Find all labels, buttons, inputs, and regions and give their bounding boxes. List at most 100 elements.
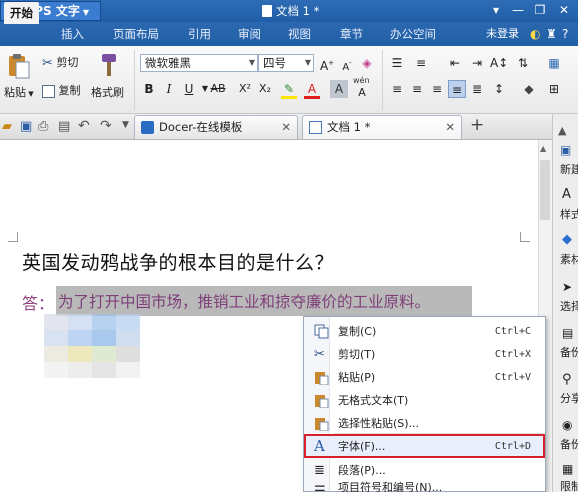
tab-review[interactable]: 审阅 — [232, 22, 267, 46]
paste-button[interactable]: 粘贴 ▼ — [4, 84, 34, 100]
menu-item-paragraph[interactable]: ≣ 段落(P)... — [304, 459, 545, 482]
highlight-color-bar — [281, 96, 297, 99]
subscript-icon[interactable]: X₂ — [256, 80, 274, 98]
shading-icon[interactable]: ◆ — [520, 80, 538, 98]
copy-icon — [314, 324, 329, 339]
paste-icon[interactable] — [7, 52, 31, 80]
redo-icon[interactable]: ↷ — [100, 118, 112, 134]
bold-icon[interactable]: B — [140, 80, 158, 98]
skin-icon[interactable]: ◐ — [530, 27, 540, 41]
pane-item-restrict[interactable]: 限制 — [560, 478, 578, 492]
bullet-list-icon: ☰ — [314, 484, 326, 492]
pane-scroll-up-icon[interactable]: ▲ — [558, 124, 578, 137]
font-a-icon: A — [314, 437, 325, 455]
answer-text[interactable]: 为了打开中国市场，推销工业和掠夺廉价的工业原料。 — [58, 290, 430, 312]
tab-home[interactable]: 开始 — [4, 2, 39, 24]
line-spacing-icon[interactable]: ↕ — [490, 80, 508, 98]
pane-item-style[interactable]: 样式 — [560, 206, 578, 222]
pane-item-share[interactable]: 分享 — [560, 390, 578, 406]
align-right-icon[interactable]: ≡ — [428, 80, 446, 98]
chevron-down-icon: ▼ — [248, 58, 255, 67]
paste-icon — [315, 372, 329, 385]
distributed-align-icon[interactable]: ≣ — [468, 80, 486, 98]
chevron-down-icon: ▼ — [82, 8, 90, 17]
bullet-list-icon[interactable]: ☰ — [388, 54, 406, 72]
text-direction-icon[interactable]: A↕ — [490, 54, 508, 72]
tab-references[interactable]: 引用 — [182, 22, 217, 46]
tab-view[interactable]: 视图 — [282, 22, 317, 46]
doc-tab-document1[interactable]: 文档 1 * ✕ — [302, 115, 462, 139]
scroll-up-icon[interactable]: ▲ — [540, 144, 546, 153]
align-center-icon[interactable]: ≡ — [408, 80, 426, 98]
doc-tab-docer[interactable]: Docer-在线模板 ✕ — [134, 115, 298, 139]
restore-button[interactable]: ❐ — [532, 3, 548, 17]
style-icon: A — [562, 187, 571, 202]
italic-icon[interactable]: I — [160, 80, 178, 98]
sort-icon[interactable]: ⇅ — [514, 54, 532, 72]
strikethrough-icon[interactable]: AB — [207, 80, 229, 98]
phonetic-guide-icon[interactable]: A — [353, 84, 371, 102]
shirt-icon[interactable]: ♜ — [546, 27, 557, 41]
cut-button[interactable]: ✂ 剪切 — [42, 54, 78, 71]
pane-item-new[interactable]: 新建 — [560, 161, 578, 177]
pane-item-material[interactable]: 素材 — [560, 251, 578, 267]
new-tab-button[interactable]: + — [470, 115, 484, 135]
char-shading-icon[interactable]: A — [330, 80, 348, 98]
numbered-list-icon[interactable]: ≡ — [412, 54, 430, 72]
pane-item-select[interactable]: 选择 — [560, 298, 578, 314]
increase-indent-icon[interactable]: ⇥ — [468, 54, 486, 72]
decrease-indent-icon[interactable]: ⇤ — [446, 54, 464, 72]
login-status[interactable]: 未登录 — [486, 22, 519, 46]
select-icon: ➤ — [562, 280, 573, 294]
help-icon[interactable]: ? — [562, 27, 568, 41]
copy-button[interactable]: 复制 — [42, 82, 81, 98]
margin-corner-mark — [8, 232, 18, 242]
customize-qat-icon[interactable]: ▼ — [122, 120, 129, 130]
close-button[interactable]: ✕ — [556, 3, 572, 17]
print-preview-icon[interactable]: ▤ — [58, 119, 70, 134]
pane-item-backup[interactable]: 备份 — [560, 344, 578, 360]
font-name-select[interactable]: 微软雅黑 ▼ — [140, 54, 258, 72]
border-icon[interactable]: ⊞ — [545, 80, 563, 98]
minimize-button[interactable]: — — [510, 3, 526, 17]
menu-item-paste[interactable]: 粘贴(P) Ctrl+V — [304, 366, 545, 389]
print-icon[interactable]: ⎙ — [38, 119, 48, 134]
document-icon — [262, 5, 272, 17]
open-folder-icon[interactable]: ▰ — [2, 119, 12, 134]
undo-icon[interactable]: ↶ — [78, 118, 90, 134]
superscript-icon[interactable]: X² — [236, 80, 254, 98]
skin-icon[interactable]: ▾ — [488, 3, 504, 17]
format-painter-button[interactable]: 格式刷 — [91, 84, 124, 100]
close-tab-icon[interactable]: ✕ — [281, 116, 291, 138]
align-left-icon[interactable]: ≡ — [388, 80, 406, 98]
tab-page-layout[interactable]: 页面布局 — [107, 22, 165, 46]
tab-chapter[interactable]: 章节 — [334, 22, 369, 46]
shrink-font-icon[interactable]: A- — [338, 54, 356, 73]
copy-icon — [42, 84, 55, 98]
format-painter-icon[interactable] — [98, 52, 120, 78]
material-icon: ◆ — [562, 232, 572, 247]
clear-format-icon[interactable]: ◈ — [358, 54, 376, 72]
font-size-select[interactable]: 四号 ▼ — [258, 54, 314, 72]
menu-item-paste-plain[interactable]: 无格式文本(T) — [304, 389, 545, 412]
scissors-icon: ✂ — [42, 55, 53, 71]
pane-item-backup2[interactable]: 备份 — [560, 436, 578, 452]
layout-icon[interactable]: ▦ — [545, 54, 563, 72]
tab-office-space[interactable]: 办公空间 — [384, 22, 442, 46]
menu-item-font[interactable]: A 字体(F)... Ctrl+D — [304, 435, 545, 458]
justify-icon[interactable]: ≡ — [448, 80, 466, 98]
window-title: 文档 1 * — [262, 3, 319, 19]
answer-label: 答： — [22, 294, 55, 313]
menu-item-paste-special[interactable]: 选择性粘贴(S)... — [304, 412, 545, 435]
save-icon[interactable]: ▣ — [20, 119, 32, 134]
menu-item-copy[interactable]: 复制(C) Ctrl+C — [304, 320, 545, 343]
scrollbar-thumb[interactable] — [540, 160, 550, 220]
grow-font-icon[interactable]: A+ — [318, 54, 336, 73]
close-tab-icon[interactable]: ✕ — [445, 116, 455, 138]
restrict-icon: ▦ — [562, 462, 574, 476]
backup-icon: ▤ — [562, 326, 574, 340]
paste-special-icon — [315, 418, 329, 431]
menu-item-cut[interactable]: ✂ 剪切(T) Ctrl+X — [304, 343, 545, 366]
tab-insert[interactable]: 插入 — [55, 22, 90, 46]
menu-item-bullets[interactable]: ☰ 项目符号和编号(N)... — [304, 480, 545, 492]
